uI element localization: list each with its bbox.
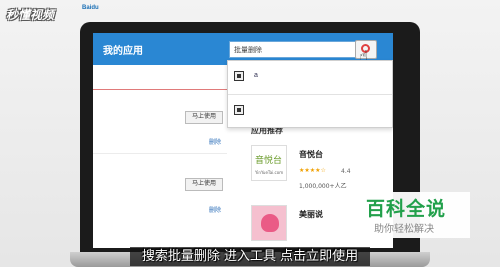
app-icon <box>234 71 244 81</box>
app-name[interactable]: 音悦台 <box>299 149 323 160</box>
search-suggestions: a <box>227 60 393 128</box>
logo-text: 音悦台 <box>255 156 283 166</box>
watermark-logo: Baidu <box>82 5 99 11</box>
delete-link[interactable]: 删除 <box>209 137 221 146</box>
use-now-button[interactable]: 马上使用 <box>185 178 223 191</box>
rating-value: 4.4 <box>341 168 351 175</box>
watermark: 秒懂视频 <box>6 8 55 22</box>
page-title: 我的应用 <box>103 46 143 57</box>
video-subtitle: 搜索批量删除 进入工具 点击立即使用 <box>141 249 359 264</box>
app-logo-meilishuo[interactable] <box>251 205 287 241</box>
suggestion-label: a <box>254 72 258 79</box>
brand-badge: 百科全说 助你轻松解决 <box>350 192 470 238</box>
app-icon <box>234 105 244 115</box>
app-screen: 我的应用 批量删除 ☝ 马上使用 删除 马上使用 删除 应用推荐 音悦台 Yin… <box>93 33 393 248</box>
use-now-button[interactable]: 马上使用 <box>185 111 223 124</box>
rating-stars-icon: ★★★★☆ <box>299 167 326 174</box>
suggestion-item[interactable] <box>234 105 384 119</box>
brand-subtitle: 助你轻松解决 <box>374 224 434 235</box>
divider <box>228 94 392 95</box>
brand-title: 百科全说 <box>366 198 447 220</box>
delete-link[interactable]: 删除 <box>209 205 221 214</box>
divider <box>93 153 227 154</box>
suggestion-item[interactable]: a <box>234 71 384 85</box>
divider <box>93 89 227 90</box>
search-input[interactable]: 批量删除 <box>229 41 357 58</box>
logo-subtext: YinYueTai.com <box>255 170 284 175</box>
app-logo-yinyuetai[interactable]: 音悦台 YinYueTai.com <box>251 145 287 181</box>
app-name[interactable]: 美丽说 <box>299 209 323 220</box>
heart-icon <box>261 214 279 232</box>
user-count: 1,000,000+人乙 <box>299 183 347 190</box>
